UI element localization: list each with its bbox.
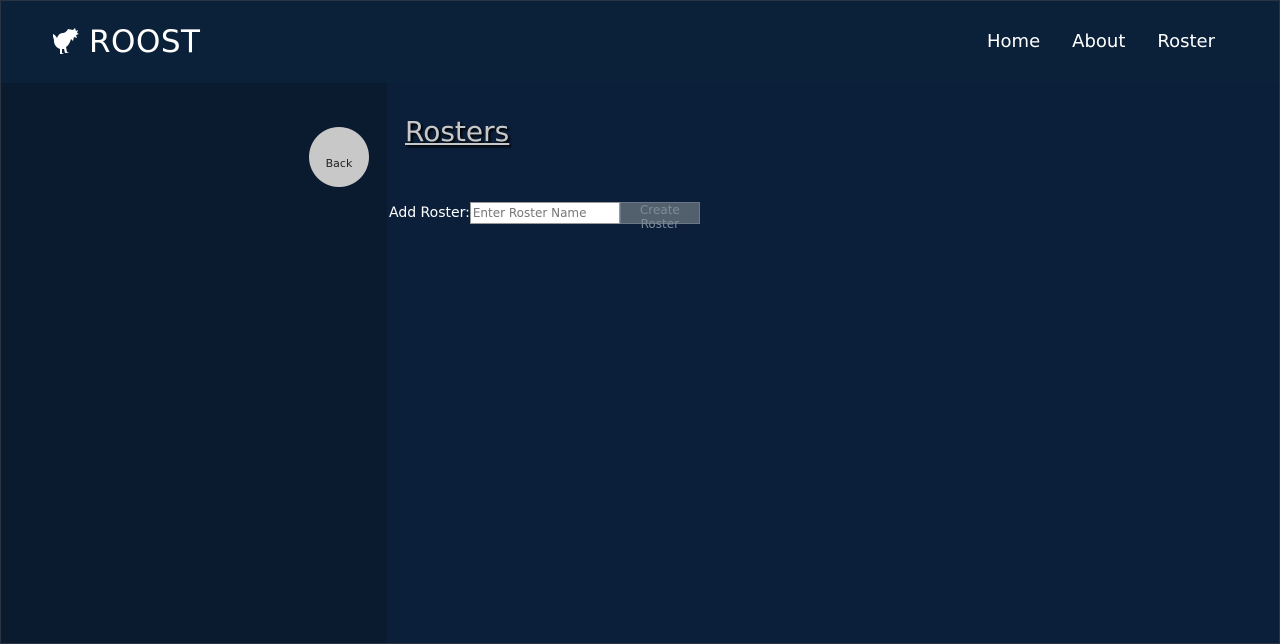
create-roster-button[interactable]: Create Roster <box>619 202 700 231</box>
add-roster-label: Add Roster: <box>389 205 470 221</box>
add-roster-form: Add Roster: Create Roster <box>389 202 700 231</box>
nav-roster-link[interactable]: Roster <box>1157 31 1215 52</box>
rooster-icon <box>53 28 79 54</box>
app-window: ROOST Home About Roster Back Rosters Add… <box>0 0 1280 644</box>
nav-about-link[interactable]: About <box>1072 31 1125 52</box>
navbar: ROOST Home About Roster <box>1 1 1279 83</box>
back-button[interactable]: Back <box>309 127 369 187</box>
roster-name-input[interactable] <box>469 202 620 224</box>
brand-name: ROOST <box>89 24 201 60</box>
page-title: Rosters <box>405 115 510 148</box>
nav-home-link[interactable]: Home <box>987 31 1040 52</box>
brand[interactable]: ROOST <box>53 23 200 61</box>
main-content <box>387 83 1279 643</box>
nav-links: Home About Roster <box>987 31 1215 52</box>
